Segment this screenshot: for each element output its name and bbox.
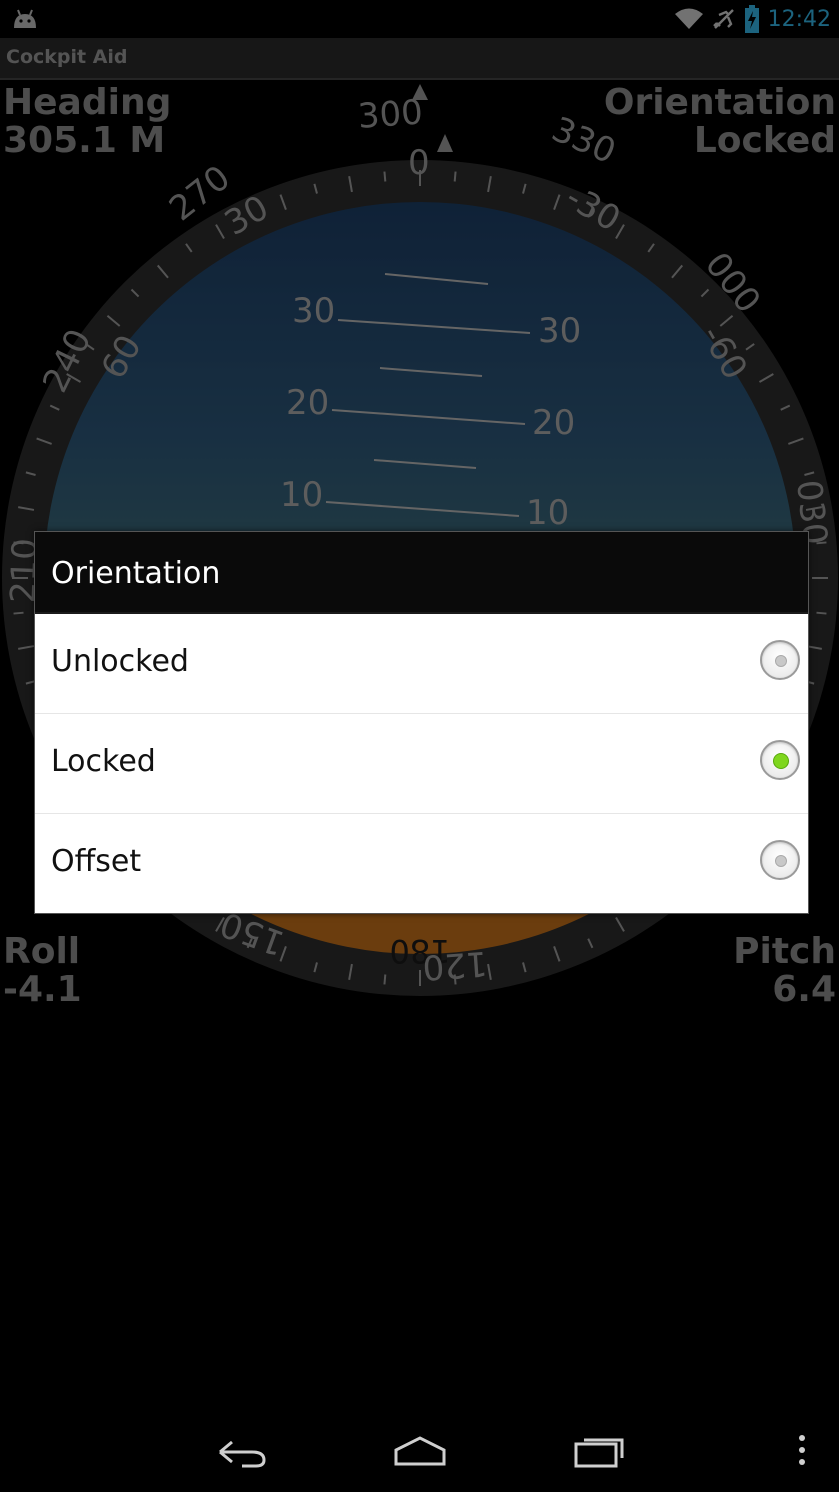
recent-apps-icon[interactable] [570, 1430, 630, 1470]
dialog-title: Orientation [51, 556, 221, 591]
radio-button-selected[interactable] [760, 740, 800, 780]
option-unlocked[interactable]: Unlocked [35, 614, 808, 714]
radio-dot [775, 855, 787, 867]
option-label: Unlocked [51, 644, 189, 679]
overflow-menu-icon[interactable] [772, 1430, 832, 1470]
navigation-bar [0, 1408, 839, 1492]
back-icon[interactable] [212, 1430, 272, 1470]
radio-dot [773, 753, 789, 769]
radio-button[interactable] [760, 840, 800, 880]
orientation-dialog: Orientation Unlocked Locked Offset [34, 531, 809, 914]
dialog-title-bar: Orientation [35, 532, 808, 614]
option-label: Locked [51, 744, 156, 779]
option-locked[interactable]: Locked [35, 714, 808, 814]
home-icon[interactable] [390, 1430, 450, 1470]
option-label: Offset [51, 844, 142, 879]
radio-dot [775, 655, 787, 667]
option-offset[interactable]: Offset [35, 814, 808, 913]
radio-button[interactable] [760, 640, 800, 680]
